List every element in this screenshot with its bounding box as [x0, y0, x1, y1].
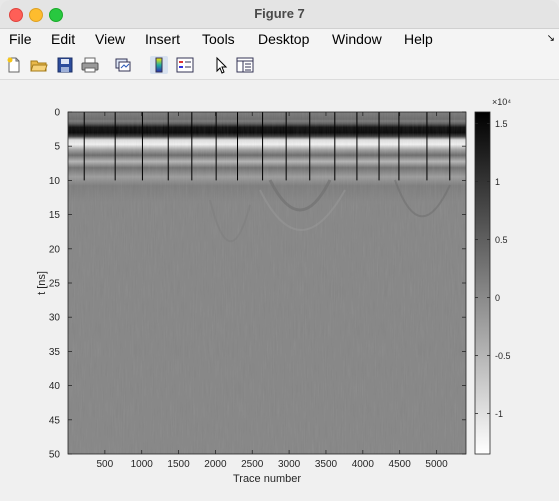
y-tick-label: 10 — [49, 176, 61, 187]
colorbar-tick-label: 1.5 — [495, 119, 508, 129]
property-inspector-icon[interactable] — [236, 56, 254, 74]
insert-legend-icon[interactable] — [176, 56, 194, 74]
x-tick-label: 5000 — [425, 459, 448, 470]
save-icon[interactable] — [56, 56, 74, 74]
y-tick-label: 5 — [54, 142, 60, 153]
y-tick-label: 20 — [49, 244, 61, 255]
menu-tools[interactable]: Tools — [202, 31, 235, 47]
title-bar: Figure 7 — [0, 0, 559, 29]
new-figure-icon[interactable] — [5, 56, 23, 74]
menu-bar: File Edit View Insert Tools Desktop Wind… — [0, 29, 559, 51]
colorbar-tick-label: 0 — [495, 293, 500, 303]
x-axis-label: Trace number — [233, 473, 301, 485]
y-axis-label: t [ns] — [36, 271, 48, 295]
x-tick-label: 3500 — [315, 459, 338, 470]
colorbar[interactable]: -1 -0.5 0 0.5 1 1.5 ×10⁴ — [474, 97, 511, 455]
radargram-image — [68, 112, 466, 454]
figure-window: Figure 7 File Edit View Insert Tools Des… — [0, 0, 559, 501]
y-tick-label: 0 — [54, 108, 60, 119]
menu-file[interactable]: File — [9, 31, 32, 47]
colorbar-tick-label: 1 — [495, 177, 500, 187]
colorbar-tick-label: -1 — [495, 409, 503, 419]
toolbar — [0, 51, 559, 80]
x-tick-label: 2000 — [204, 459, 227, 470]
menu-window[interactable]: Window — [332, 31, 382, 47]
menu-edit[interactable]: Edit — [51, 31, 75, 47]
radargram-plot[interactable]: 500 1000 1500 2000 2500 3000 3500 4000 4500 5000 … — [0, 80, 559, 501]
menu-help[interactable]: Help — [404, 31, 433, 47]
insert-colorbar-icon[interactable] — [150, 56, 168, 74]
y-tick-label: 50 — [49, 450, 61, 461]
menu-view[interactable]: View — [95, 31, 125, 47]
print-icon[interactable] — [81, 56, 99, 74]
x-tick-label: 2500 — [241, 459, 264, 470]
open-file-icon[interactable] — [30, 56, 48, 74]
x-tick-label: 1500 — [167, 459, 190, 470]
colorbar-gradient — [474, 111, 491, 455]
y-tick-label: 45 — [49, 415, 61, 426]
x-tick-label: 3000 — [278, 459, 301, 470]
x-tick-label: 4000 — [352, 459, 375, 470]
y-tick-label: 30 — [49, 313, 61, 324]
window-title: Figure 7 — [254, 6, 305, 21]
figure-canvas: 500 1000 1500 2000 2500 3000 3500 4000 4500 5000 … — [0, 80, 559, 501]
y-tick-label: 40 — [49, 381, 61, 392]
y-tick-label: 25 — [49, 279, 61, 290]
y-tick-label: 15 — [49, 210, 61, 221]
menu-desktop[interactable]: Desktop — [258, 31, 309, 47]
edit-plot-icon[interactable] — [213, 56, 231, 74]
colorbar-scale-label: ×10⁴ — [492, 97, 511, 107]
menu-insert[interactable]: Insert — [145, 31, 180, 47]
dock-arrow-icon[interactable]: ↘ — [547, 33, 555, 44]
x-tick-label: 500 — [97, 459, 114, 470]
colorbar-tick-label: -0.5 — [495, 351, 511, 361]
link-plot-icon[interactable] — [114, 56, 132, 74]
x-tick-label: 1000 — [131, 459, 154, 470]
colorbar-tick-label: 0.5 — [495, 235, 508, 245]
y-tick-label: 35 — [49, 347, 61, 358]
x-tick-label: 4500 — [389, 459, 412, 470]
